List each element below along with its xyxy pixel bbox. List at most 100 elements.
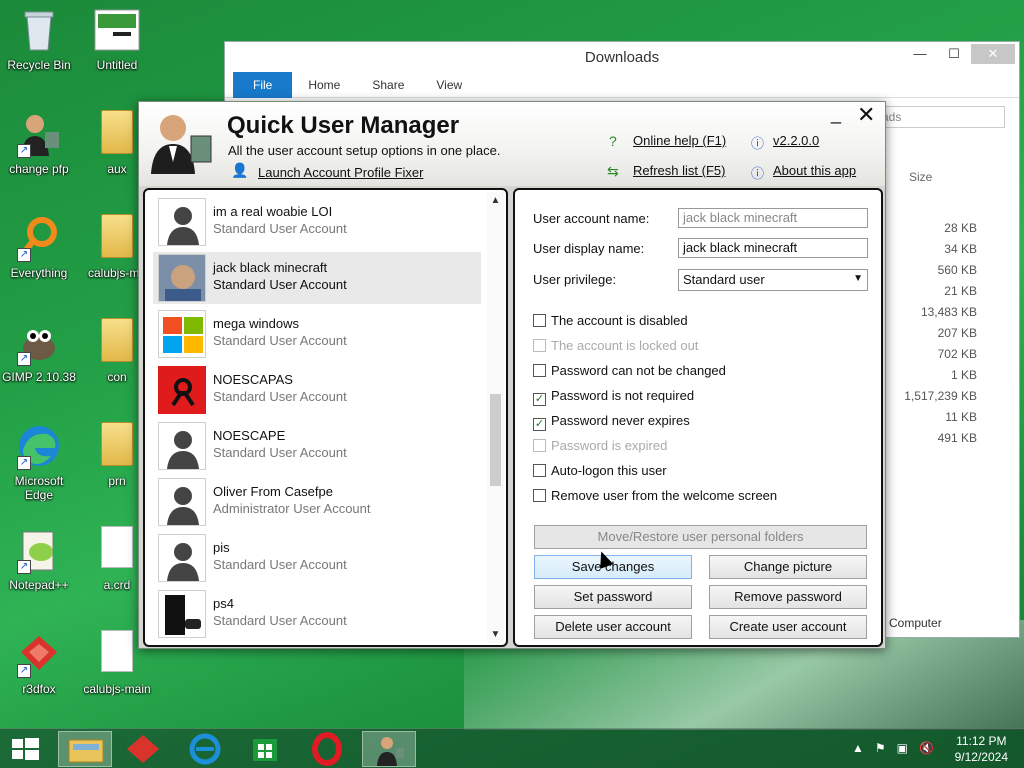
minimize-icon[interactable]: — [903,44,937,64]
list-item[interactable]: NOESCAPE Standard User Account [153,420,481,472]
folder-icon [93,422,141,470]
volume-muted-icon[interactable]: 🔇 [919,741,934,755]
taskbar-store[interactable] [238,731,292,767]
shortcut-arrow-icon: ↗ [17,352,31,366]
desktop-icon-change-pfp[interactable]: ↗ change pfp [0,110,78,176]
desktop-icon-everything[interactable]: ↗ Everything [0,214,78,280]
user-list[interactable]: im a real woabie LOI Standard User Accou… [143,188,508,647]
internet-explorer-icon [189,733,221,765]
file-icon [93,630,141,678]
taskbar-opera[interactable] [300,731,354,767]
shortcut-arrow-icon: ↗ [17,144,31,158]
user-details-panel: User account name: jack black minecraft … [513,188,883,647]
clock[interactable]: 11:12 PM 9/12/2024 [955,733,1008,765]
checkbox-remove-from-welcome[interactable]: Remove user from the welcome screen [533,488,777,503]
file-size: 21 KB [944,284,977,298]
list-item[interactable]: pis Standard User Account [153,532,481,584]
move-restore-folders-button[interactable]: Move/Restore user personal folders [534,525,867,549]
list-item[interactable]: mega windows Standard User Account [153,308,481,360]
checkbox-box [533,439,546,452]
checkbox-password-not-required[interactable]: ✓ Password is not required [533,388,694,406]
scrollbar-thumb[interactable] [490,394,501,486]
desktop-icon-r3dfox[interactable]: ↗ r3dfox [0,630,78,696]
file-size: 1 KB [950,368,977,382]
system-tray: ▲ ⚑ ▣ 🔇 [852,741,934,755]
file-size: 491 KB [937,431,977,445]
taskbar-file-explorer[interactable] [58,731,112,767]
remove-password-button[interactable]: Remove password [709,585,867,609]
list-item[interactable]: Oliver From Casefpe Administrator User A… [153,476,481,528]
explorer-search-input[interactable]: ads [875,106,1005,128]
tab-view[interactable]: View [420,78,478,92]
start-button[interactable] [0,731,54,767]
delete-user-button[interactable]: Delete user account [534,615,692,639]
show-hidden-icons-icon[interactable]: ▲ [852,741,864,755]
scroll-down-icon[interactable]: ▼ [487,626,504,643]
user-name: NOESCAPE [213,428,286,443]
folder-icon [93,214,141,262]
scroll-up-icon[interactable]: ▲ [487,192,504,209]
desktop-icon-untitled[interactable]: Untitled [78,6,156,72]
folder-icon [68,739,104,763]
notepad-plus-plus-icon: ↗ [15,526,63,574]
file-size: 34 KB [944,242,977,256]
desktop-icon-notepad-plus-plus[interactable]: ↗ Notepad++ [0,526,78,592]
launch-profile-fixer-link[interactable]: Launch Account Profile Fixer [258,165,423,180]
explorer-status: Computer [889,616,942,630]
recycle-bin-icon [15,6,63,54]
privilege-select[interactable]: Standard user ▼ [678,269,868,291]
tab-share[interactable]: Share [356,78,420,92]
tab-home[interactable]: Home [292,78,356,92]
version-link[interactable]: v2.2.0.0 [773,133,819,148]
r3dfox-icon: ↗ [15,630,63,678]
file-icon [93,526,141,574]
list-item[interactable]: im a real woabie LOI Standard User Accou… [153,196,481,248]
shortcut-arrow-icon: ↗ [17,248,31,262]
desktop-icon-microsoft-edge[interactable]: ↗ Microsoft Edge [0,422,78,502]
account-name-field[interactable]: jack black minecraft [678,208,868,228]
user-list-scrollbar[interactable]: ▲ ▼ [487,192,504,643]
set-password-button[interactable]: Set password [534,585,692,609]
size-column-header[interactable]: Size [909,170,932,184]
list-item-selected[interactable]: jack black minecraft Standard User Accou… [153,252,481,304]
edge-icon: ↗ [15,422,63,470]
refresh-list-link[interactable]: Refresh list (F5) [633,163,725,178]
close-icon[interactable]: ✕ [971,44,1015,64]
quick-user-manager-window[interactable]: Quick User Manager All the user account … [138,101,886,649]
list-item[interactable]: NOESCAPAS Standard User Account [153,364,481,416]
checkbox-box [533,489,546,502]
checkbox-password-never-expires[interactable]: ✓ Password never expires [533,413,690,431]
change-picture-button[interactable]: Change picture [709,555,867,579]
maximize-icon[interactable]: ☐ [937,44,971,64]
close-icon[interactable]: ✕ [857,102,875,128]
taskbar-internet-explorer[interactable] [178,731,232,767]
explorer-titlebar[interactable]: Downloads — ☐ ✕ [225,42,1019,72]
user-name: NOESCAPAS [213,372,293,387]
action-center-icon[interactable]: ⚑ [875,741,886,755]
checkbox-account-disabled[interactable]: The account is disabled [533,313,688,328]
create-user-button[interactable]: Create user account [709,615,867,639]
folder-icon [93,110,141,158]
checkbox-auto-logon[interactable]: Auto-logon this user [533,463,667,478]
list-item[interactable]: ps4 Standard User Account [153,588,481,640]
tab-file[interactable]: File [233,71,293,98]
user-name: mega windows [213,316,299,331]
opera-icon [312,732,342,766]
help-icon: ? [609,133,617,149]
desktop-icon-gimp[interactable]: ↗ GIMP 2.10.38 [0,318,78,384]
save-changes-button[interactable]: Save changes [534,555,692,579]
desktop-icon-recycle-bin[interactable]: Recycle Bin [0,6,78,72]
default-avatar-icon [158,198,206,246]
user-type: Standard User Account [213,445,347,460]
online-help-link[interactable]: Online help (F1) [633,133,726,148]
checkbox-password-cannot-change[interactable]: Password can not be changed [533,363,726,378]
taskbar-r3dfox[interactable] [116,731,170,767]
minimize-icon[interactable]: _ [831,104,841,125]
about-app-link[interactable]: About this app [773,163,856,178]
user-type: Standard User Account [213,389,347,404]
user-name: jack black minecraft [213,260,328,275]
taskbar-quick-user-manager[interactable] [362,731,416,767]
network-icon[interactable]: ▣ [897,741,908,755]
image-file-icon [93,6,141,54]
display-name-field[interactable]: jack black minecraft [678,238,868,258]
